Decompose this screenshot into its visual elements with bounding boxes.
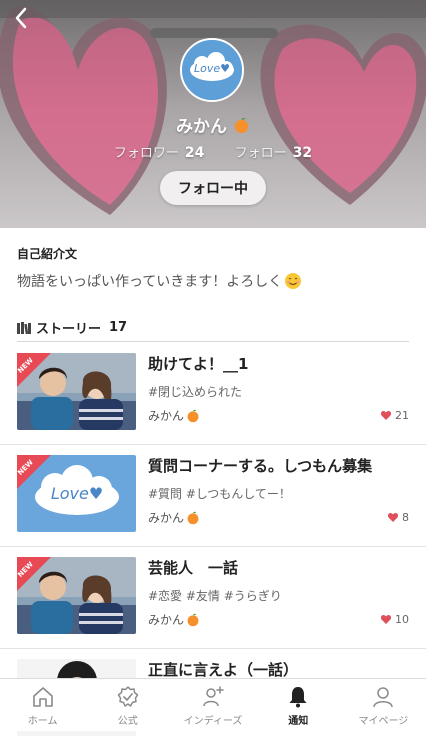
user-name: みかん [0,112,426,137]
story-title: 芸能人 一話 [148,559,239,577]
new-badge: NEW [17,455,51,489]
chevron-left-icon [15,7,27,29]
story-title: 正直に言えよ（一話） [148,661,299,679]
story-title: 質問コーナーする。しつもん募集 [148,457,373,475]
nav-mypage-label: マイページ [358,716,409,727]
home-icon [32,687,53,707]
heart-icon [381,615,391,624]
story-likes: 21 [381,409,409,422]
divider [17,341,409,342]
profile-header: Love♥ みかん フォロワー 24 フォロー 32 フォロー中 [0,0,426,228]
heart-icon [381,411,391,420]
love-cloud-avatar-image: Love♥ [182,40,242,100]
author-name: みかん [148,511,185,525]
heart-icon [388,513,398,522]
stories-label: ストーリー [36,322,102,337]
likes-count: 10 [395,613,409,626]
svg-text:Love♥: Love♥ [194,62,230,75]
story-author: みかん [148,611,200,628]
followers-link[interactable]: フォロワー 24 [113,145,209,161]
new-badge: NEW [17,353,51,387]
author-name: みかん [148,409,185,423]
nav-notifications[interactable]: 通知 [256,679,341,731]
story-author: みかん [148,509,200,526]
back-button[interactable] [6,4,36,32]
books-icon [17,321,31,334]
bio-title: 自己紹介文 [17,247,78,261]
smiling-emoji-icon [285,273,302,289]
svg-text:Love♥: Love♥ [51,484,103,503]
nav-indies-label: インディーズ [183,716,243,727]
indies-icon [203,686,224,707]
bottom-nav: ホーム 公式 インディーズ 通知 マイページ [0,678,426,731]
avatar[interactable]: Love♥ [180,38,244,102]
bio-text-container: 物語をいっぱい作っていきます！よろしく [17,271,302,291]
following-button[interactable]: フォロー中 [160,171,266,205]
nav-indies[interactable]: インディーズ [170,679,255,731]
story-title: 助けてよ！__1 [148,355,249,373]
nav-home-label: ホーム [27,716,58,727]
nav-mypage[interactable]: マイページ [341,679,426,731]
story-tags: #質問 #しつもんしてー！ [148,487,291,501]
story-likes: 8 [388,511,409,524]
orange-emoji-icon [187,613,199,626]
official-badge-icon [117,686,139,707]
story-author: みかん [148,407,200,424]
user-name-text: みかん [176,117,228,137]
story-tags: #恋愛 #友情 #うらぎり [148,589,282,603]
stories-count: 17 [109,320,128,335]
new-badge: NEW [17,557,51,591]
followers-count: 24 [184,145,205,161]
orange-emoji-icon [187,409,199,422]
follow-stats: フォロワー 24 フォロー 32 [0,142,426,161]
author-name: みかん [148,613,185,627]
following-count: 32 [292,145,313,161]
nav-official-label: 公式 [117,716,138,727]
story-item[interactable]: NEW 芸能人 一話 #恋愛 #友情 #うらぎり みかん 10 [0,547,426,649]
bio-text: 物語をいっぱい作っていきます！よろしく [17,274,283,290]
stories-header: ストーリー 17 [17,318,127,337]
bell-icon [289,687,307,708]
story-item[interactable]: NEW 助けてよ！__1 #閉じ込められた みかん 21 [0,343,426,445]
likes-count: 21 [395,409,409,422]
nav-notifications-label: 通知 [288,716,309,727]
nav-home[interactable]: ホーム [0,679,85,731]
story-likes: 10 [381,613,409,626]
story-item[interactable]: Love♥ NEW 質問コーナーする。しつもん募集 #質問 #しつもんしてー！ … [0,445,426,547]
following-label: フォロー [234,146,287,161]
followers-label: フォロワー [113,146,179,161]
story-tags: #閉じ込められた [148,385,243,399]
nav-official[interactable]: 公式 [85,679,170,731]
orange-emoji-icon [187,511,199,524]
user-icon [373,687,394,708]
orange-emoji-icon [234,117,249,134]
likes-count: 8 [402,511,409,524]
following-link[interactable]: フォロー 32 [234,145,313,161]
